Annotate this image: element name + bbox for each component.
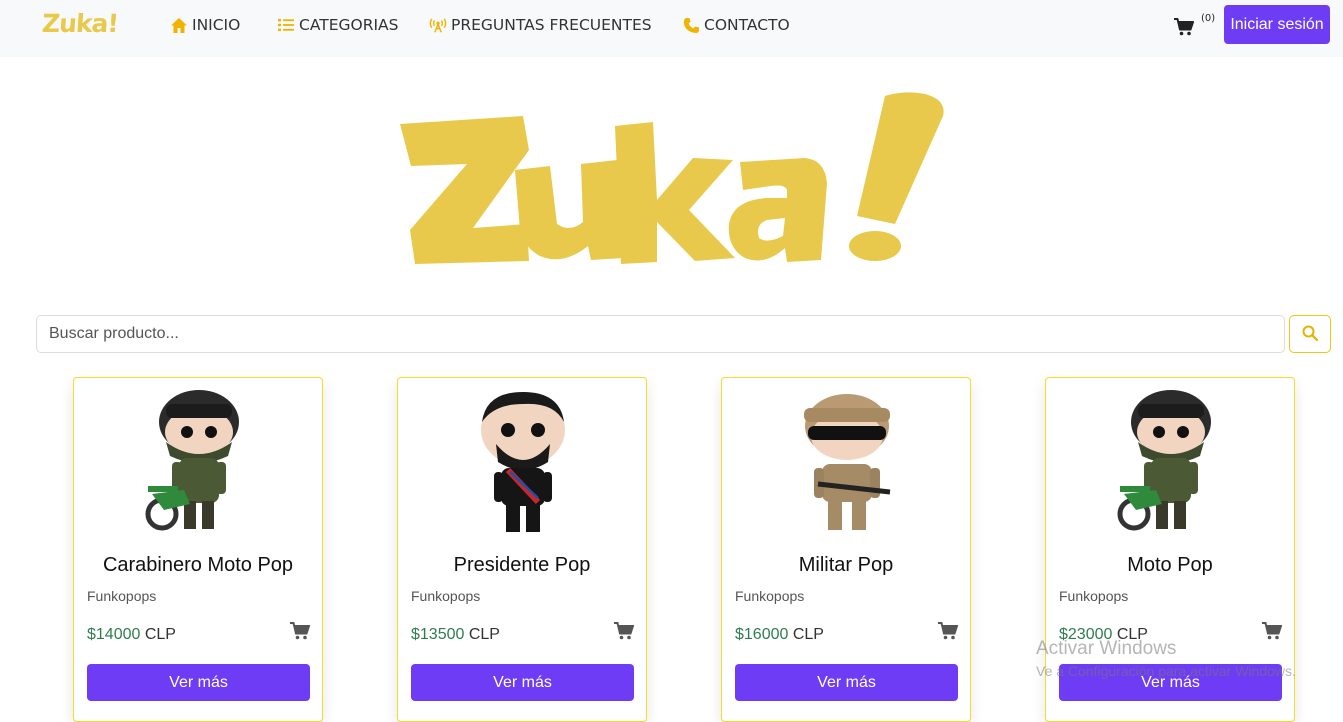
ver-mas-button[interactable]: Ver más [735, 664, 958, 701]
product-title[interactable]: Presidente Pop [398, 554, 646, 577]
nav-label-preguntas-frecuentes: PREGUNTAS FRECUENTES [451, 16, 652, 34]
price-amount: $16000 [735, 626, 789, 643]
nav-label-categorias: CATEGORIAS [299, 16, 399, 34]
nav-item-contacto[interactable]: CONTACTO [682, 14, 790, 36]
search-button[interactable] [1289, 315, 1331, 353]
cart-icon [1174, 18, 1194, 40]
product-category: Funkopops [735, 588, 805, 604]
phone-icon [682, 16, 700, 34]
brand-logo[interactable]: Zuka! [41, 7, 119, 47]
product-image-militar [792, 386, 902, 534]
product-price: $23000 CLP [1059, 626, 1148, 644]
price-currency: CLP [792, 626, 824, 643]
product-title[interactable]: Militar Pop [722, 554, 970, 577]
add-to-cart-icon[interactable] [938, 622, 959, 640]
nav-label-inicio: INICIO [192, 16, 241, 34]
price-amount: $13500 [411, 626, 465, 643]
brand-text: Zuka! [41, 9, 119, 38]
broadcast-icon [429, 16, 447, 34]
cart-count: (0) [1201, 13, 1216, 24]
cart-button[interactable]: (0) [1174, 13, 1216, 40]
search-input[interactable] [36, 315, 1285, 353]
nav-item-categorias[interactable]: CATEGORIAS [277, 14, 398, 36]
home-icon [170, 16, 188, 34]
price-currency: CLP [144, 626, 176, 643]
price-amount: $23000 [1059, 626, 1113, 643]
product-price: $14000 CLP [87, 626, 176, 644]
ver-mas-button[interactable]: Ver más [1059, 664, 1282, 701]
price-currency: CLP [468, 626, 500, 643]
product-card: Moto Pop Funkopops $23000 CLP Ver más [1045, 377, 1295, 722]
product-image-moto [1116, 386, 1226, 534]
hero-logo-text: Zuka! [955, 88, 956, 89]
nav-item-preguntas-frecuentes[interactable]: PREGUNTAS FRECUENTES [429, 14, 652, 36]
product-price: $16000 CLP [735, 626, 824, 644]
hero-logo-graphic [400, 92, 944, 264]
navbar: Zuka! INICIO CATEGORIAS PREGUNTAS FRECUE… [0, 0, 1343, 57]
price-currency: CLP [1116, 626, 1148, 643]
add-to-cart-icon[interactable] [1262, 622, 1283, 640]
product-category: Funkopops [87, 588, 157, 604]
product-price: $13500 CLP [411, 626, 500, 644]
product-category: Funkopops [1059, 588, 1129, 604]
product-title[interactable]: Carabinero Moto Pop [74, 554, 322, 577]
product-card: Presidente Pop Funkopops $13500 CLP Ver … [397, 377, 647, 722]
hero-logo: Zuka! [395, 88, 955, 268]
ver-mas-button[interactable]: Ver más [411, 664, 634, 701]
login-button[interactable]: Iniciar sesión [1224, 5, 1330, 44]
product-image-presidente [468, 386, 578, 534]
add-to-cart-icon[interactable] [290, 622, 311, 640]
product-image-carabinero-moto [144, 386, 254, 534]
product-category: Funkopops [411, 588, 481, 604]
search-icon [1302, 325, 1319, 344]
price-amount: $14000 [87, 626, 141, 643]
product-title[interactable]: Moto Pop [1046, 554, 1294, 577]
product-card: Militar Pop Funkopops $16000 CLP Ver más [721, 377, 971, 722]
nav-label-contacto: CONTACTO [704, 16, 790, 34]
product-card: Carabinero Moto Pop Funkopops $14000 CLP… [73, 377, 323, 722]
add-to-cart-icon[interactable] [614, 622, 635, 640]
list-icon [277, 16, 295, 34]
ver-mas-button[interactable]: Ver más [87, 664, 310, 701]
nav-item-inicio[interactable]: INICIO [170, 14, 240, 36]
